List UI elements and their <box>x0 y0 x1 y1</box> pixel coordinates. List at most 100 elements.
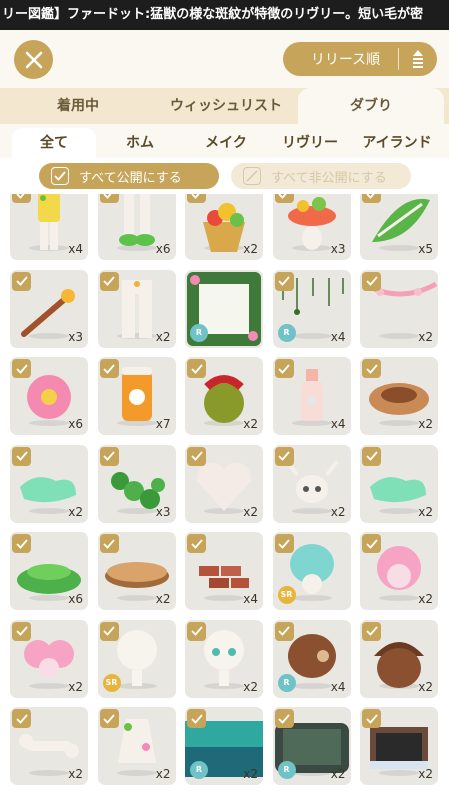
subtab-island[interactable]: アイランド <box>352 128 442 158</box>
item-quantity: x2 <box>155 767 171 781</box>
publish-all-label: すべて公開にする <box>79 170 182 186</box>
item-cell[interactable]: SR <box>97 619 176 698</box>
checkbox-icon[interactable] <box>99 709 119 728</box>
item-cell[interactable]: Rx2 <box>272 707 351 785</box>
checkbox-icon[interactable] <box>187 194 206 203</box>
item-cell[interactable]: x6 <box>97 194 176 260</box>
item-cell[interactable]: SR <box>272 532 351 610</box>
tab-wishlist[interactable]: ウィッシュリスト <box>156 88 296 124</box>
close-button[interactable] <box>14 40 53 79</box>
checkbox-icon[interactable] <box>12 709 31 728</box>
checkbox-icon[interactable] <box>187 534 206 553</box>
publish-all-button[interactable]: すべて公開にする <box>39 163 219 189</box>
item-cell[interactable]: x2 <box>185 194 263 260</box>
item-cell[interactable]: x2 <box>360 532 438 610</box>
item-cell[interactable]: Rx4 <box>272 619 351 698</box>
item-quantity: x2 <box>68 679 83 694</box>
item-cell[interactable]: x2 <box>97 269 176 348</box>
checkbox-icon[interactable] <box>12 359 31 378</box>
item-cell[interactable]: x2 <box>10 444 88 523</box>
checkbox-icon[interactable] <box>99 621 119 641</box>
checkbox-icon[interactable] <box>274 621 294 641</box>
item-grid: x4 x6 x2 x3 x5 x3 x2 R Rx4 x2 x6 x7 x2 x4 x2 x2 x3 x2 x2 x2… <box>0 194 449 800</box>
item-cell[interactable]: x2 <box>360 707 438 785</box>
rarity-badge: R <box>277 673 296 692</box>
checkbox-icon[interactable] <box>12 621 31 641</box>
item-cell[interactable]: x2 <box>272 444 351 523</box>
item-cell[interactable]: x6 <box>10 357 88 435</box>
item-cell[interactable]: x3 <box>272 194 351 260</box>
sort-button[interactable]: リリース順 <box>283 42 437 76</box>
item-quantity: x2 <box>418 417 433 431</box>
rarity-badge: SR <box>102 673 121 692</box>
checkbox-icon[interactable] <box>187 621 206 641</box>
checkbox-icon[interactable] <box>362 534 381 553</box>
checkbox-icon[interactable] <box>274 446 294 466</box>
item-cell[interactable]: x2 <box>360 357 438 435</box>
item-cell[interactable]: x2 <box>185 357 263 435</box>
checkbox-icon[interactable] <box>362 621 381 641</box>
category-tabs: 全て ホム メイク リヴリー アイランド <box>0 124 449 158</box>
item-cell[interactable]: Rx4 <box>272 269 351 348</box>
item-cell[interactable]: x2 <box>360 269 438 348</box>
checkbox-icon[interactable] <box>12 446 31 466</box>
subtab-home[interactable]: ホム <box>98 128 182 158</box>
item-cell[interactable]: x2 <box>360 444 438 523</box>
checkbox-icon[interactable] <box>99 194 119 203</box>
item-quantity: x4 <box>330 417 346 431</box>
visibility-actions: すべて公開にする すべて非公開にする <box>0 158 449 194</box>
checkbox-icon[interactable] <box>99 446 119 466</box>
checkbox-icon[interactable] <box>274 534 294 553</box>
checkbox-icon[interactable] <box>187 446 206 466</box>
subtab-all[interactable]: 全て <box>12 128 96 158</box>
item-quantity: x2 <box>68 504 83 519</box>
item-cell[interactable]: x5 <box>360 194 438 260</box>
item-cell[interactable]: x3 <box>10 269 88 348</box>
item-cell[interactable]: x7 <box>97 357 176 435</box>
item-cell[interactable]: x2 <box>97 707 176 785</box>
item-cell[interactable]: x4 <box>10 194 88 260</box>
item-cell[interactable]: x2 <box>10 619 88 698</box>
checkbox-icon[interactable] <box>362 194 381 203</box>
item-cell[interactable]: x3 <box>97 444 176 523</box>
checkbox-icon[interactable] <box>99 271 119 291</box>
item-cell[interactable]: R <box>185 269 263 348</box>
item-quantity: x6 <box>68 417 83 431</box>
item-cell[interactable]: x2 <box>185 444 263 523</box>
checkbox-icon[interactable] <box>362 271 381 291</box>
checkbox-slash-icon <box>243 167 261 185</box>
checkbox-icon[interactable] <box>99 359 119 378</box>
checkbox-icon[interactable] <box>12 194 31 203</box>
checkbox-icon[interactable] <box>274 709 294 728</box>
sort-order-icon[interactable] <box>399 49 437 69</box>
item-cell[interactable]: Rx2 <box>185 707 263 785</box>
item-quantity: x2 <box>243 417 258 431</box>
checkbox-icon[interactable] <box>274 194 294 203</box>
checkbox-icon[interactable] <box>274 359 294 378</box>
tab-duplicates[interactable]: ダブり <box>298 88 444 124</box>
item-cell[interactable]: x2 <box>97 532 176 610</box>
item-cell[interactable]: x4 <box>185 532 263 610</box>
item-cell[interactable]: x2 <box>185 619 263 698</box>
item-cell[interactable]: x2 <box>10 707 88 785</box>
subtab-makeup[interactable]: メイク <box>184 128 268 158</box>
unpublish-all-button[interactable]: すべて非公開にする <box>231 163 411 189</box>
checkbox-icon[interactable] <box>187 709 206 728</box>
checkbox-icon[interactable] <box>274 271 294 291</box>
tab-wearing[interactable]: 着用中 <box>0 88 156 124</box>
checkbox-icon[interactable] <box>362 359 381 378</box>
rarity-badge: R <box>190 761 208 779</box>
rarity-badge: SR <box>277 586 296 604</box>
checkbox-icon[interactable] <box>99 534 119 553</box>
item-cell[interactable]: x2 <box>360 619 438 698</box>
item-cell[interactable]: x4 <box>272 357 351 435</box>
checkbox-icon[interactable] <box>362 446 381 466</box>
news-ticker: リー図鑑】ファードット:猛獣の様な斑紋が特徴のリヴリー。短い毛が密 <box>0 0 449 30</box>
item-quantity: x2 <box>243 242 258 256</box>
checkbox-icon[interactable] <box>187 359 206 378</box>
checkbox-icon[interactable] <box>362 709 381 728</box>
checkbox-icon[interactable] <box>12 271 31 291</box>
item-cell[interactable]: x6 <box>10 532 88 610</box>
checkbox-icon[interactable] <box>12 534 31 553</box>
subtab-livly[interactable]: リヴリー <box>268 128 352 158</box>
